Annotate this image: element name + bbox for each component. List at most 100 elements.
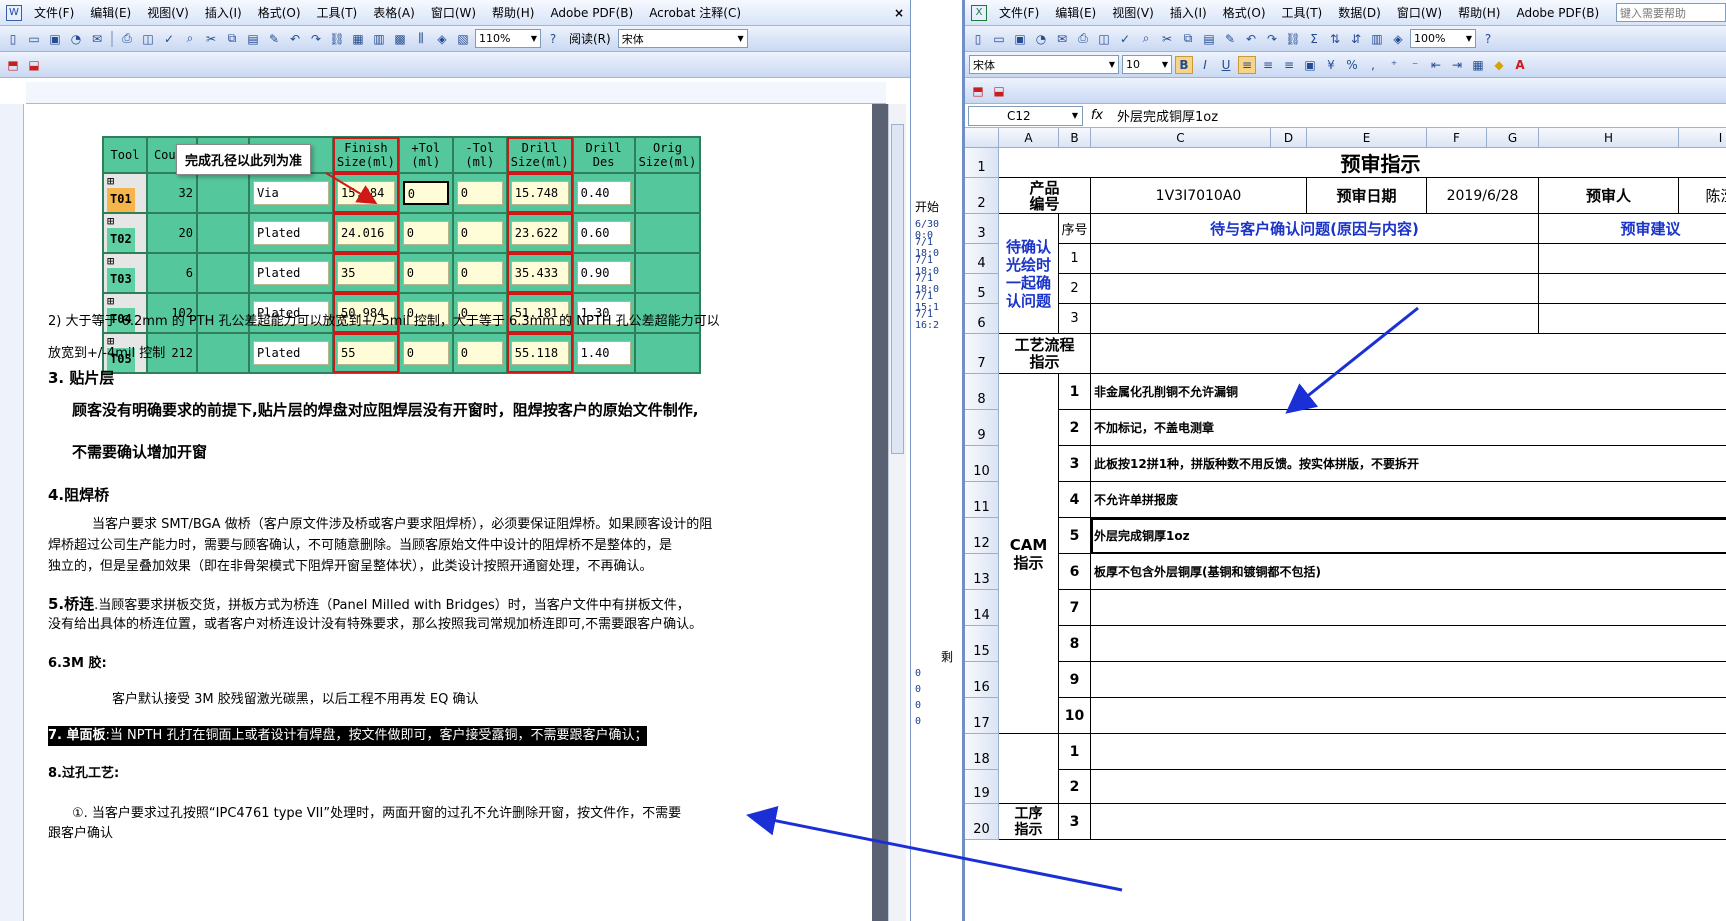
open-folder-icon[interactable]: ▭: [990, 30, 1008, 48]
excel-menu-window[interactable]: 窗口(W): [1389, 4, 1450, 21]
cam-item-cell[interactable]: 此板按12拼1种，拼版种数不用反馈。按实体拼版，不要拆开: [1091, 446, 1726, 482]
excel-menu-view[interactable]: 视图(V): [1104, 4, 1162, 21]
minus-tol-field[interactable]: 0: [456, 181, 503, 205]
convert-pdf-email-icon[interactable]: ⬓: [990, 82, 1008, 100]
minus-tol-field[interactable]: 0: [456, 261, 503, 285]
issue-cell[interactable]: [1091, 244, 1539, 274]
cam-item-cell[interactable]: 非金属化孔削铜不允许漏铜: [1091, 374, 1726, 410]
drawing-icon[interactable]: ◈: [433, 30, 451, 48]
finish-size-field[interactable]: 24.016: [337, 221, 395, 245]
issue-cell[interactable]: [1091, 304, 1539, 334]
cam-seq-cell[interactable]: 2: [1059, 410, 1091, 446]
drill-des-cell[interactable]: 1.40: [571, 332, 636, 374]
row-header[interactable]: 12: [965, 518, 999, 554]
research-icon[interactable]: ⌕: [181, 30, 199, 48]
row-header[interactable]: 19: [965, 770, 999, 804]
cam-item-cell[interactable]: [1091, 626, 1726, 662]
sort-descending-icon[interactable]: ⇵: [1347, 30, 1365, 48]
suggest-cell[interactable]: [1539, 244, 1726, 274]
drill-des-cell[interactable]: 0.60: [571, 212, 636, 254]
plus-tol-field[interactable]: 0: [402, 181, 449, 205]
convert-pdf-icon[interactable]: ⬒: [969, 82, 987, 100]
seq-cell[interactable]: 3: [1059, 304, 1091, 334]
excel-menu-data[interactable]: 数据(D): [1330, 4, 1389, 21]
word-close-icon[interactable]: ×: [888, 6, 910, 20]
row-header[interactable]: 8: [965, 374, 999, 410]
insert-table-icon[interactable]: ▥: [370, 30, 388, 48]
chart-wizard-icon[interactable]: ▥: [1368, 30, 1386, 48]
type-select[interactable]: Plated: [253, 221, 329, 245]
plus-tol-cell[interactable]: 0: [397, 252, 454, 294]
excel-menu-insert[interactable]: 插入(I): [1162, 4, 1215, 21]
bold-icon[interactable]: B: [1175, 55, 1193, 74]
increase-decimal-icon[interactable]: ⁺: [1385, 56, 1403, 74]
column-header-b[interactable]: B: [1059, 128, 1091, 147]
finish-size-field[interactable]: 55: [337, 341, 395, 365]
redo-icon[interactable]: ↷: [307, 30, 325, 48]
minus-tol-cell[interactable]: 0: [451, 172, 508, 214]
horizontal-ruler[interactable]: [26, 82, 886, 104]
column-header-e[interactable]: E: [1307, 128, 1427, 147]
spelling-icon[interactable]: ✓: [160, 30, 178, 48]
merge-center-icon[interactable]: ▣: [1301, 56, 1319, 74]
finish-size-cell[interactable]: 35: [332, 252, 400, 294]
cam-seq-cell[interactable]: 9: [1059, 662, 1091, 698]
cam-seq-cell[interactable]: 7: [1059, 590, 1091, 626]
expand-icon[interactable]: ⊞: [107, 294, 114, 308]
type-cell[interactable]: Via: [248, 172, 334, 214]
finish-size-cell[interactable]: 24.016: [332, 212, 400, 254]
minus-tol-field[interactable]: 0: [456, 221, 503, 245]
word-menu-acrobat[interactable]: Acrobat 注释(C): [641, 4, 749, 21]
cam-item-cell[interactable]: 不允许单拼报废: [1091, 482, 1726, 518]
cam-label-cell[interactable]: CAM 指示: [999, 374, 1059, 734]
name-box[interactable]: C12 ▼: [968, 105, 1083, 126]
copy-icon[interactable]: ⧉: [223, 30, 241, 48]
minus-tol-field[interactable]: 0: [456, 341, 503, 365]
format-painter-icon[interactable]: ✎: [1221, 30, 1239, 48]
tool-id[interactable]: T01: [107, 188, 135, 212]
italic-icon[interactable]: I: [1196, 56, 1214, 74]
row-header[interactable]: 2: [965, 178, 999, 214]
finish-size-field[interactable]: 35: [337, 261, 395, 285]
research-icon[interactable]: ⌕: [1137, 30, 1155, 48]
document-map-icon[interactable]: ▧: [454, 30, 472, 48]
paste-icon[interactable]: ▤: [1200, 30, 1218, 48]
cam-seq-cell[interactable]: 4: [1059, 482, 1091, 518]
align-right-icon[interactable]: ≡: [1280, 56, 1298, 74]
plus-tol-field[interactable]: 0: [402, 261, 449, 285]
scrollbar-thumb[interactable]: [891, 124, 904, 454]
word-menu-file[interactable]: 文件(F): [26, 4, 82, 21]
word-font-select[interactable]: 宋体 ▼: [617, 29, 748, 48]
cam-item-cell[interactable]: [1091, 698, 1726, 734]
cut-icon[interactable]: ✂: [1158, 30, 1176, 48]
type-select[interactable]: Plated: [253, 261, 329, 285]
hyperlink-icon[interactable]: ⛓: [1284, 30, 1302, 48]
permission-icon[interactable]: ◔: [67, 30, 85, 48]
product-no-label-cell[interactable]: 产品 编号: [999, 178, 1091, 214]
seq-cell[interactable]: 1: [1059, 244, 1091, 274]
cut-icon[interactable]: ✂: [202, 30, 220, 48]
row-header[interactable]: 18: [965, 734, 999, 770]
help-search-input[interactable]: 键入需要帮助: [1616, 3, 1726, 22]
list-item[interactable]: 7/1 16:2: [915, 309, 962, 331]
cam-item-cell[interactable]: [1091, 590, 1726, 626]
redo-icon[interactable]: ↷: [1263, 30, 1281, 48]
product-no-cell[interactable]: 1V3I7010A0: [1091, 178, 1307, 214]
email-icon[interactable]: ✉: [1053, 30, 1071, 48]
drill-size-cell[interactable]: 23.622: [505, 212, 574, 254]
vertical-ruler[interactable]: [0, 104, 24, 921]
person-cell[interactable]: 陈滢: [1679, 178, 1726, 214]
tool-id[interactable]: T02: [107, 228, 135, 252]
cam-seq-cell[interactable]: 8: [1059, 626, 1091, 662]
borders-icon[interactable]: ▦: [1469, 56, 1487, 74]
minus-tol-cell[interactable]: 0: [451, 212, 508, 254]
expand-icon[interactable]: ⊞: [107, 174, 114, 188]
row-header[interactable]: 7: [965, 334, 999, 374]
seq-cell[interactable]: 2: [1059, 274, 1091, 304]
word-menu-window[interactable]: 窗口(W): [423, 4, 484, 21]
excel-menu-help[interactable]: 帮助(H): [1450, 4, 1508, 21]
cam-seq-cell[interactable]: 3: [1059, 446, 1091, 482]
drill-size-field[interactable]: 23.622: [510, 221, 569, 245]
proc-cell[interactable]: [1091, 734, 1726, 770]
plus-tol-cell[interactable]: 0: [397, 212, 454, 254]
